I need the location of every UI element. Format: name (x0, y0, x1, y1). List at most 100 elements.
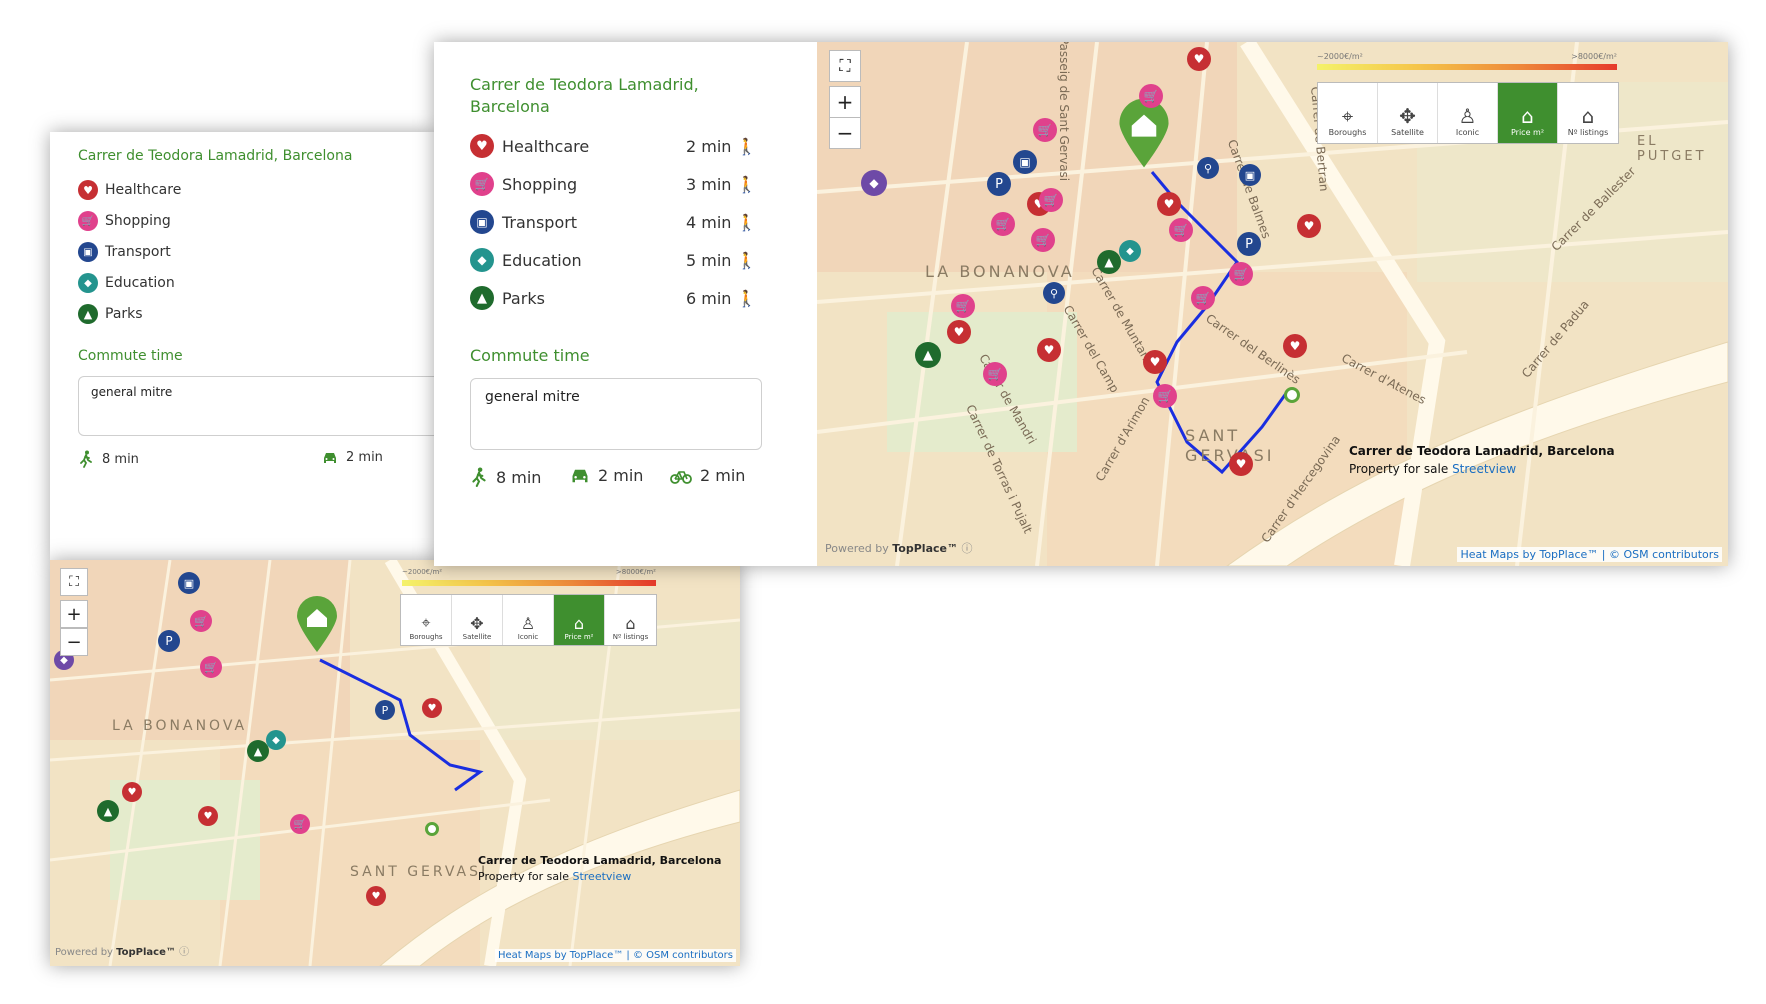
poi-time-healthcare: 2 min 🚶 (686, 137, 757, 156)
bus-marker[interactable]: ▣ (1239, 164, 1261, 186)
scale-gradient (402, 580, 656, 586)
walk-icon (472, 467, 486, 488)
healthcare-marker[interactable]: ♥ (1037, 338, 1061, 362)
poi-row-education[interactable]: ◆ Education (78, 273, 175, 293)
poi-row-transport[interactable]: ▣ Transport (470, 210, 577, 234)
shopping-marker[interactable]: 🛒 (200, 656, 222, 678)
shopping-marker[interactable]: 🛒 (951, 294, 975, 318)
poi-row-transport[interactable]: ▣ Transport (78, 242, 171, 262)
park-marker[interactable]: ▲ (915, 342, 941, 368)
parking-marker[interactable]: P (158, 630, 180, 652)
small-map[interactable]: LA BONANOVA SANT GERVASI 🛒 🛒 P ▣ ▲ ◆ ▲ ♥… (50, 560, 740, 966)
layer-listings[interactable]: ⌂ Nº listings (605, 595, 656, 645)
parking-marker[interactable]: P (1237, 232, 1261, 256)
shopping-marker[interactable]: 🛒 (1139, 84, 1163, 108)
poi-time-education: 5 min 🚶 (686, 251, 757, 270)
neighborhood-label: LA BONANOVA (925, 262, 1075, 281)
commute-destination-input[interactable]: general mitre (78, 376, 436, 436)
info-sub: Property for sale (1349, 462, 1449, 476)
park-marker[interactable]: ▲ (1097, 250, 1121, 274)
poi-row-education[interactable]: ◆ Education (470, 248, 582, 272)
poi-row-healthcare[interactable]: ♥ Healthcare (470, 134, 589, 158)
healthcare-marker[interactable]: ♥ (947, 320, 971, 344)
zoom-in-button[interactable]: + (829, 86, 861, 118)
price-scale: ~2000€/m² >8000€/m² (1317, 52, 1617, 70)
poi-time-transport: 4 min 🚶 (686, 213, 757, 232)
healthcare-marker[interactable]: ♥ (198, 806, 218, 826)
healthcare-marker[interactable]: ♥ (1297, 214, 1321, 238)
walk-icon: 🚶 (736, 251, 757, 270)
streetview-link[interactable]: Streetview (1452, 462, 1516, 476)
property-marker[interactable] (295, 596, 339, 652)
poi-row-parks[interactable]: ▲ Parks (78, 304, 143, 324)
satellite-icon: ✥ (1399, 104, 1416, 128)
education-marker[interactable]: ◆ (1119, 240, 1141, 262)
shopping-marker[interactable]: 🛒 (1169, 218, 1193, 242)
attribution[interactable]: Heat Maps by TopPlace™ | © OSM contribut… (1457, 547, 1722, 562)
commute-destination-input[interactable]: general mitre (470, 378, 762, 450)
education-marker[interactable]: ◆ (266, 730, 286, 750)
destination-marker[interactable] (425, 822, 439, 836)
healthcare-marker[interactable]: ♥ (422, 698, 442, 718)
shopping-marker[interactable]: 🛒 (991, 212, 1015, 236)
poi-row-parks[interactable]: ▲ Parks (470, 286, 545, 310)
zoom-out-button[interactable]: − (60, 628, 88, 656)
bike-time: 2 min (670, 466, 745, 485)
layer-satellite[interactable]: ✥ Satellite (452, 595, 503, 645)
large-map[interactable]: LA BONANOVA SANT GERVASI EL PUTGET Carre… (817, 42, 1728, 566)
walk-time-value: 8 min (102, 451, 139, 467)
layer-boroughs[interactable]: ⌖ Boroughs (401, 595, 452, 645)
price-house-icon: ⌂ (573, 614, 585, 633)
streetview-link[interactable]: Streetview (572, 870, 631, 883)
shopping-marker[interactable]: 🛒 (1229, 262, 1253, 286)
healthcare-marker[interactable]: ♥ (122, 782, 142, 802)
shopping-marker[interactable]: 🛒 (1191, 286, 1215, 310)
poi-row-shopping[interactable]: 🛒 Shopping (470, 172, 577, 196)
shopping-marker[interactable]: 🛒 (1031, 228, 1055, 252)
layer-price[interactable]: ⌂ Price m² (1498, 83, 1558, 143)
shopping-marker[interactable]: 🛒 (190, 610, 212, 632)
healthcare-marker[interactable]: ♥ (1157, 192, 1181, 216)
shopping-marker[interactable]: 🛒 (1033, 118, 1057, 142)
park-marker[interactable]: ▲ (97, 800, 119, 822)
bike-marker[interactable]: ⚲ (1043, 282, 1065, 304)
shopping-marker[interactable]: 🛒 (1039, 188, 1063, 212)
layer-price[interactable]: ⌂ Price m² (554, 595, 605, 645)
tree-icon: ▲ (78, 304, 98, 324)
healthcare-marker[interactable]: ♥ (1143, 350, 1167, 374)
layer-iconic[interactable]: ♙ Iconic (503, 595, 554, 645)
bike-marker[interactable]: ⚲ (1197, 157, 1219, 179)
attribution[interactable]: Heat Maps by TopPlace™ | © OSM contribut… (494, 949, 736, 962)
info-title: Carrer de Teodora Lamadrid, Barcelona (478, 854, 722, 867)
property-marker[interactable] (1117, 98, 1171, 168)
poi-label: Education (502, 250, 582, 270)
bus-marker[interactable]: ▣ (178, 572, 200, 594)
destination-marker[interactable] (1284, 387, 1300, 403)
poi-row-healthcare[interactable]: ♥ Healthcare (78, 180, 181, 200)
layer-boroughs[interactable]: ⌖ Boroughs (1318, 83, 1378, 143)
info-icon: ⓘ (179, 947, 190, 958)
bike-time-value: 2 min (700, 466, 746, 485)
zoom-out-button[interactable]: − (829, 117, 861, 149)
healthcare-marker[interactable]: ♥ (1283, 334, 1307, 358)
bus-marker[interactable]: ▣ (1013, 150, 1037, 174)
shopping-marker[interactable]: 🛒 (290, 814, 310, 834)
parking-marker[interactable]: P (375, 700, 395, 720)
fullscreen-button[interactable]: ⛶ (829, 50, 861, 82)
parking-marker[interactable]: P (987, 172, 1011, 196)
education-marker[interactable]: ◆ (861, 170, 887, 196)
healthcare-marker[interactable]: ♥ (366, 886, 386, 906)
poi-row-shopping[interactable]: 🛒 Shopping (78, 211, 171, 231)
shopping-marker[interactable]: 🛒 (1153, 384, 1177, 408)
layer-listings[interactable]: ⌂ Nº listings (1558, 83, 1618, 143)
layer-satellite[interactable]: ✥ Satellite (1378, 83, 1438, 143)
neighborhood-label: EL PUTGET (1637, 134, 1707, 164)
bus-icon: ▣ (470, 210, 494, 234)
layer-selector: ⌖ Boroughs ✥ Satellite ♙ Iconic ⌂ Price m² ⌂… (400, 594, 657, 646)
healthcare-marker[interactable]: ♥ (1229, 452, 1253, 476)
shopping-marker[interactable]: 🛒 (983, 362, 1007, 386)
layer-iconic[interactable]: ♙ Iconic (1438, 83, 1498, 143)
fullscreen-button[interactable]: ⛶ (60, 568, 88, 596)
healthcare-marker[interactable]: ♥ (1187, 47, 1211, 71)
zoom-in-button[interactable]: + (60, 600, 88, 628)
